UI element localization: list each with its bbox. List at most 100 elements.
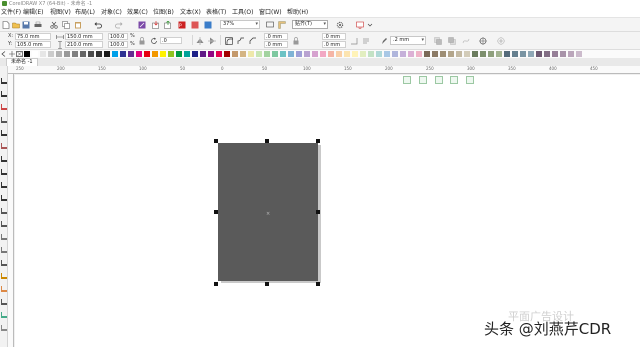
color-swatch[interactable] bbox=[488, 51, 494, 57]
color-swatch[interactable] bbox=[232, 51, 238, 57]
redo-icon[interactable] bbox=[115, 21, 123, 29]
color-swatch[interactable] bbox=[200, 51, 206, 57]
color-swatch[interactable] bbox=[208, 51, 214, 57]
search-content-icon[interactable] bbox=[138, 21, 146, 29]
color-swatch[interactable] bbox=[464, 51, 470, 57]
color-swatch[interactable] bbox=[416, 51, 422, 57]
color-swatch[interactable] bbox=[560, 51, 566, 57]
color-swatch[interactable] bbox=[288, 51, 294, 57]
connector-tool-icon[interactable] bbox=[1, 221, 7, 227]
to-back-icon[interactable] bbox=[448, 37, 456, 45]
color-swatch[interactable] bbox=[248, 51, 254, 57]
new-document-icon[interactable] bbox=[2, 21, 10, 29]
export-icon[interactable] bbox=[164, 21, 172, 29]
cut-icon[interactable] bbox=[50, 21, 58, 29]
scalloped-corner-icon[interactable] bbox=[237, 37, 245, 45]
drop-shadow-icon[interactable] bbox=[1, 234, 7, 240]
app-launcher-icon[interactable] bbox=[191, 21, 199, 29]
quick-icon-3[interactable] bbox=[435, 76, 443, 84]
lock-corners-icon[interactable] bbox=[292, 37, 300, 45]
resize-handle-bottom-right[interactable] bbox=[316, 282, 320, 286]
welcome-screen-icon[interactable] bbox=[204, 21, 212, 29]
color-swatch[interactable] bbox=[512, 51, 518, 57]
color-swatch[interactable] bbox=[368, 51, 374, 57]
color-swatch[interactable] bbox=[432, 51, 438, 57]
freehand-tool-icon[interactable] bbox=[1, 130, 7, 136]
color-swatch[interactable] bbox=[176, 51, 182, 57]
color-swatch[interactable] bbox=[144, 51, 150, 57]
color-swatch[interactable] bbox=[504, 51, 510, 57]
color-swatch[interactable] bbox=[24, 51, 30, 57]
color-tool-icon[interactable] bbox=[1, 312, 7, 318]
resize-handle-left[interactable] bbox=[214, 210, 218, 214]
open-folder-icon[interactable] bbox=[12, 21, 20, 29]
outline-pen-tool-icon[interactable] bbox=[1, 299, 7, 305]
smart-fill-icon[interactable] bbox=[1, 286, 7, 292]
resize-handle-bottom[interactable] bbox=[265, 282, 269, 286]
color-swatch[interactable] bbox=[384, 51, 390, 57]
width-field[interactable]: 150.0 mm bbox=[65, 33, 103, 40]
corner-radius-bottom-left[interactable]: .0 mm bbox=[264, 41, 288, 48]
scale-y-field[interactable]: 100.0 bbox=[108, 41, 128, 48]
interactive-fill-icon[interactable] bbox=[1, 273, 7, 279]
corner-radius-top-left[interactable]: .0 mm bbox=[264, 33, 288, 40]
to-front-icon[interactable] bbox=[434, 37, 442, 45]
color-swatch[interactable] bbox=[136, 51, 142, 57]
resize-handle-top-right[interactable] bbox=[316, 139, 320, 143]
relative-corner-scaling-icon[interactable] bbox=[350, 37, 358, 45]
resize-handle-bottom-left[interactable] bbox=[214, 282, 218, 286]
color-swatch[interactable] bbox=[280, 51, 286, 57]
color-swatch[interactable] bbox=[552, 51, 558, 57]
menu-window[interactable]: 窗口(W) bbox=[259, 8, 282, 18]
import-icon[interactable] bbox=[152, 21, 160, 29]
rectangle-tool-icon[interactable] bbox=[1, 156, 7, 162]
resize-handle-top-left[interactable] bbox=[214, 139, 218, 143]
color-swatch[interactable] bbox=[240, 51, 246, 57]
x-position-field[interactable]: 75.0 mm bbox=[15, 33, 51, 40]
corner-radius-bottom-right[interactable]: .0 mm bbox=[322, 41, 346, 48]
quick-icon-5[interactable] bbox=[466, 76, 474, 84]
menu-file[interactable]: 文件(F) bbox=[1, 8, 21, 18]
menu-table[interactable]: 表格(T) bbox=[206, 8, 226, 18]
color-swatch[interactable] bbox=[40, 51, 46, 57]
color-swatch[interactable] bbox=[264, 51, 270, 57]
color-swatch[interactable] bbox=[456, 51, 462, 57]
transparency-tool-icon[interactable] bbox=[1, 247, 7, 253]
resize-handle-right[interactable] bbox=[316, 210, 320, 214]
quick-icon-2[interactable] bbox=[419, 76, 427, 84]
drawing-canvas[interactable] bbox=[15, 75, 640, 347]
text-tool-icon[interactable] bbox=[1, 195, 7, 201]
color-swatch[interactable] bbox=[520, 51, 526, 57]
copy-icon[interactable] bbox=[62, 21, 70, 29]
color-swatch[interactable] bbox=[536, 51, 542, 57]
shape-tool-icon[interactable] bbox=[1, 91, 7, 97]
color-swatch[interactable] bbox=[272, 51, 278, 57]
parallel-dimension-icon[interactable] bbox=[1, 208, 7, 214]
target-icon[interactable] bbox=[479, 37, 487, 45]
color-swatch[interactable] bbox=[168, 51, 174, 57]
color-swatch[interactable] bbox=[216, 51, 222, 57]
paste-icon[interactable] bbox=[74, 21, 82, 29]
color-swatch[interactable] bbox=[544, 51, 550, 57]
palette-scroll-left-icon[interactable] bbox=[0, 50, 7, 58]
lock-ratio-icon[interactable] bbox=[138, 37, 146, 45]
wrap-text-icon[interactable] bbox=[362, 37, 370, 45]
launch-icon[interactable] bbox=[356, 21, 364, 29]
scale-x-field[interactable]: 100.0 bbox=[108, 33, 128, 40]
color-swatch[interactable] bbox=[224, 51, 230, 57]
menu-bitmaps[interactable]: 位图(B) bbox=[153, 8, 174, 18]
resize-handle-top[interactable] bbox=[265, 139, 269, 143]
y-position-field[interactable]: 105.0 mm bbox=[15, 41, 51, 48]
height-field[interactable]: 210.0 mm bbox=[65, 41, 103, 48]
chamfered-corner-icon[interactable] bbox=[249, 37, 257, 45]
color-swatch[interactable] bbox=[392, 51, 398, 57]
mirror-vertical-icon[interactable] bbox=[208, 37, 216, 45]
mirror-horizontal-icon[interactable] bbox=[196, 37, 204, 45]
color-swatch[interactable] bbox=[104, 51, 110, 57]
color-swatch[interactable] bbox=[400, 51, 406, 57]
horizontal-ruler[interactable]: 250 200 150 100 50 0 50 100 150 200 250 300 350 400 45… bbox=[8, 66, 640, 74]
color-swatch[interactable] bbox=[96, 51, 102, 57]
vertical-ruler[interactable] bbox=[8, 74, 14, 347]
color-swatch[interactable] bbox=[448, 51, 454, 57]
print-icon[interactable] bbox=[34, 21, 42, 29]
